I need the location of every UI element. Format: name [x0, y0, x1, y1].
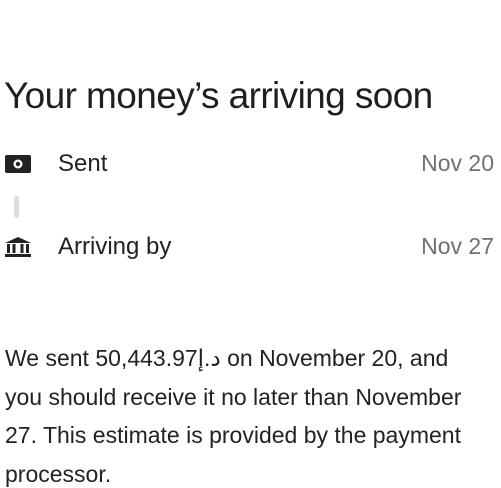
- timeline-connector: [14, 196, 19, 218]
- sent-date: Nov 20: [421, 150, 494, 176]
- arrival-description: We sent 50,443.97د.إ on November 20, and…: [5, 339, 485, 488]
- timeline-row-arriving: Arriving by Nov 27: [0, 229, 501, 265]
- timeline-row-sent: Sent Nov 20: [0, 146, 501, 182]
- bank-icon: [5, 237, 31, 257]
- sent-amount: 50,443.97د.إ: [95, 345, 221, 371]
- cash-icon: [5, 155, 31, 173]
- arriving-label: Arriving by: [58, 233, 172, 260]
- page-title: Your money’s arriving soon: [4, 74, 433, 116]
- description-before-amount: We sent: [5, 345, 96, 371]
- sent-label: Sent: [58, 150, 108, 177]
- arriving-date: Nov 27: [421, 233, 494, 259]
